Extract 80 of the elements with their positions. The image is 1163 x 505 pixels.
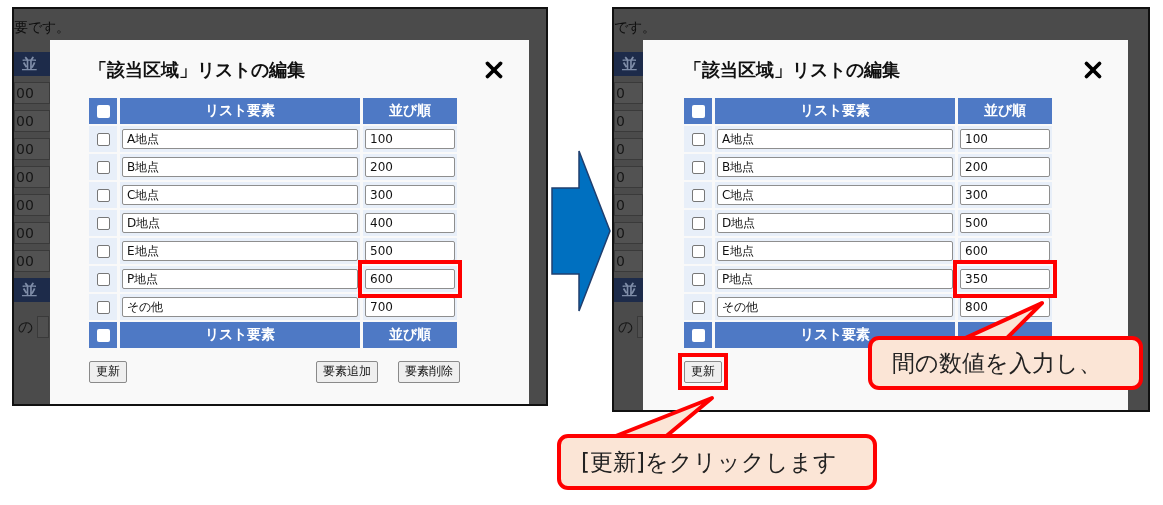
column-header: 並び順 (363, 98, 457, 124)
checkbox[interactable] (691, 104, 705, 118)
name-field[interactable]: D地点 (122, 213, 358, 233)
background-cell: 00 (14, 194, 50, 216)
background-cell: 00 (14, 110, 50, 132)
column-header: リスト要素 (120, 98, 360, 124)
background-cell: 0 (614, 82, 643, 104)
name-field[interactable]: その他 (122, 297, 358, 317)
checkbox[interactable] (96, 300, 110, 314)
checkbox[interactable] (96, 104, 110, 118)
page-text: 要です。 (14, 18, 71, 37)
name-field[interactable]: E地点 (122, 241, 358, 261)
order-field[interactable]: 500 (960, 213, 1050, 233)
checkbox[interactable] (96, 188, 110, 202)
order-field[interactable]: 400 (365, 213, 455, 233)
column-header: リスト要素 (715, 98, 955, 124)
dialog-button[interactable]: 更新 (684, 360, 722, 383)
background-cell: 0 (614, 110, 643, 132)
order-field[interactable]: 100 (960, 129, 1050, 149)
checkbox[interactable] (96, 244, 110, 258)
background-cell: 0 (614, 222, 643, 244)
background-header: 並 (14, 278, 50, 302)
background-cell: 0 (614, 138, 643, 160)
checkbox[interactable] (691, 272, 705, 286)
dialog-button[interactable]: 要素削除 (398, 360, 460, 383)
background-cell: 00 (14, 166, 50, 188)
column-header: 並び順 (958, 98, 1052, 124)
order-field[interactable]: 500 (365, 241, 455, 261)
name-field[interactable]: B地点 (717, 157, 953, 177)
page-text: です。 (614, 18, 657, 37)
dialog-button[interactable]: 更新 (89, 360, 127, 383)
order-field[interactable]: 300 (365, 185, 455, 205)
order-field[interactable]: 100 (365, 129, 455, 149)
name-field[interactable]: A地点 (717, 129, 953, 149)
checkbox[interactable] (691, 160, 705, 174)
background-cell: 0 (614, 250, 643, 272)
name-field[interactable]: D地点 (717, 213, 953, 233)
checkbox[interactable] (96, 272, 110, 286)
column-header: リスト要素 (120, 322, 360, 348)
dialog-title: 「該当区域」リストの編集 (89, 58, 305, 82)
checkbox[interactable] (96, 216, 110, 230)
background-cell: 00 (14, 250, 50, 272)
order-field[interactable]: 350 (960, 269, 1050, 289)
background-cell: 0 (614, 194, 643, 216)
checkbox[interactable] (691, 328, 705, 342)
name-field[interactable]: C地点 (122, 185, 358, 205)
name-field[interactable]: C地点 (717, 185, 953, 205)
background-field (37, 316, 49, 338)
checkbox[interactable] (96, 328, 110, 342)
name-field[interactable]: P地点 (717, 269, 953, 289)
order-field[interactable]: 200 (365, 157, 455, 177)
background-field (637, 316, 643, 338)
checkbox[interactable] (96, 132, 110, 146)
name-field[interactable]: P地点 (122, 269, 358, 289)
background-cell: 00 (14, 138, 50, 160)
name-field[interactable]: その他 (717, 297, 953, 317)
background-cell: 0 (614, 166, 643, 188)
dialog-title: 「該当区域」リストの編集 (684, 58, 900, 82)
column-header: 並び順 (363, 322, 457, 348)
checkbox[interactable] (691, 300, 705, 314)
background-header: 並 (614, 278, 643, 302)
checkbox[interactable] (691, 216, 705, 230)
order-field[interactable]: 200 (960, 157, 1050, 177)
name-field[interactable]: E地点 (717, 241, 953, 261)
order-field[interactable]: 600 (960, 241, 1050, 261)
background-header: 並 (614, 52, 643, 76)
name-field[interactable]: B地点 (122, 157, 358, 177)
name-field[interactable]: A地点 (122, 129, 358, 149)
checkbox[interactable] (691, 132, 705, 146)
checkbox[interactable] (691, 244, 705, 258)
background-cell: 00 (14, 82, 50, 104)
order-field[interactable]: 700 (365, 297, 455, 317)
background-cell: 00 (14, 222, 50, 244)
background-header: 並 (14, 52, 50, 76)
right-arrow-icon (551, 150, 611, 312)
checkbox[interactable] (691, 188, 705, 202)
order-field[interactable]: 600 (365, 269, 455, 289)
dialog-button[interactable]: 要素追加 (316, 360, 378, 383)
checkbox[interactable] (96, 160, 110, 174)
order-field[interactable]: 300 (960, 185, 1050, 205)
